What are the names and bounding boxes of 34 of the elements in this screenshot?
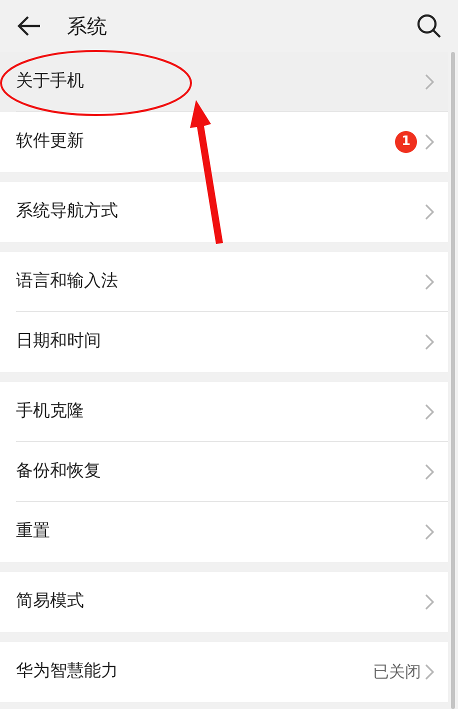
settings-row[interactable]: 日期和时间 <box>0 312 448 372</box>
row-label: 简易模式 <box>16 590 84 614</box>
settings-row[interactable]: 简易模式 <box>0 572 448 632</box>
row-label: 手机克隆 <box>16 400 84 424</box>
settings-row[interactable]: 重置 <box>0 502 448 562</box>
row-label: 备份和恢复 <box>16 460 101 484</box>
chevron-right-icon <box>425 204 434 220</box>
row-label: 语言和输入法 <box>16 270 118 294</box>
row-value: 已关闭 <box>373 661 421 683</box>
settings-row[interactable]: 华为智慧能力 已关闭 <box>0 642 448 702</box>
settings-row[interactable]: 软件更新 1 <box>0 112 448 172</box>
row-label: 软件更新 <box>16 130 84 154</box>
chevron-right-icon <box>425 404 434 420</box>
chevron-right-icon <box>425 594 434 610</box>
settings-row[interactable]: 系统导航方式 <box>0 182 448 242</box>
chevron-right-icon <box>425 334 434 350</box>
settings-row[interactable]: 语言和输入法 <box>0 252 448 312</box>
row-label: 系统导航方式 <box>16 200 118 224</box>
chevron-right-icon <box>425 134 434 150</box>
back-arrow-icon[interactable] <box>16 15 42 37</box>
chevron-right-icon <box>425 464 434 480</box>
chevron-right-icon <box>425 74 434 90</box>
chevron-right-icon <box>425 664 434 680</box>
row-label: 重置 <box>16 520 50 544</box>
settings-row[interactable]: 备份和恢复 <box>0 442 448 502</box>
row-label: 华为智慧能力 <box>16 660 118 684</box>
search-icon[interactable] <box>416 13 442 39</box>
row-label: 关于手机 <box>16 70 84 94</box>
notification-badge: 1 <box>395 131 417 153</box>
settings-row[interactable]: 手机克隆 <box>0 382 448 442</box>
chevron-right-icon <box>425 274 434 290</box>
chevron-right-icon <box>425 524 434 540</box>
row-label: 日期和时间 <box>16 330 101 354</box>
page-title: 系统 <box>67 13 107 40</box>
